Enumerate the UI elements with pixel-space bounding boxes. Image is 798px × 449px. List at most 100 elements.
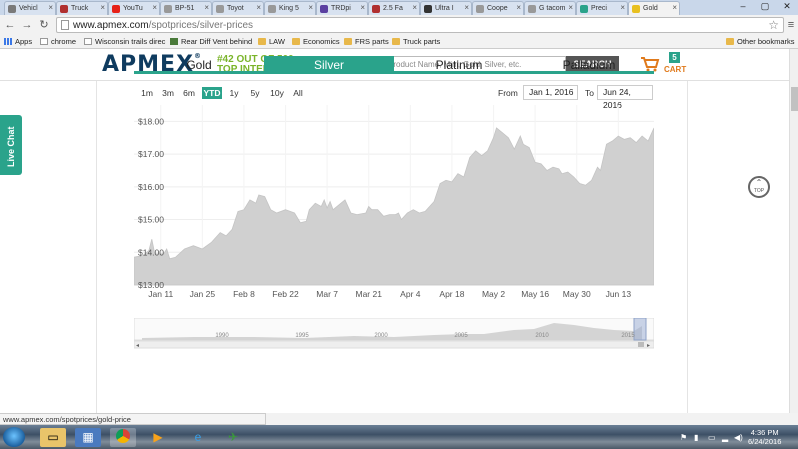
navigator-scroll-left-icon[interactable]: ◂ (136, 343, 139, 349)
chrome-icon[interactable] (110, 428, 136, 447)
tab-label: Toyot (227, 5, 244, 12)
browser-tab[interactable]: BP-51 × (160, 1, 212, 15)
tray-flag-icon[interactable]: ⚑ (680, 433, 687, 442)
browser-tab[interactable]: Vehicl × (4, 1, 56, 15)
range-1m-button[interactable]: 1m (139, 87, 155, 99)
range-6m-button[interactable]: 6m (181, 87, 197, 99)
cart-count-badge[interactable]: 5 (669, 52, 680, 63)
to-date-input[interactable]: Jun 24, 2016 (597, 85, 653, 110)
tab-close-icon[interactable]: × (152, 3, 157, 12)
folder-icon (258, 38, 266, 45)
tray-network-icon[interactable]: ▮ (694, 433, 698, 442)
tab-gold[interactable]: Gold (134, 56, 264, 74)
tab-platinum[interactable]: Platinum (394, 56, 524, 74)
back-arrow-icon[interactable]: ← (3, 18, 17, 32)
internet-explorer-icon[interactable]: e (185, 428, 211, 447)
navigator-year-label: 2010 (535, 333, 549, 339)
start-button[interactable] (3, 427, 25, 447)
tray-volume-icon[interactable]: ◀) (734, 433, 743, 442)
tab-close-icon[interactable]: × (360, 3, 365, 12)
browser-tab[interactable]: King 5 × (264, 1, 316, 15)
navigator-selection[interactable] (633, 318, 647, 341)
media-player-icon[interactable]: ▶ (145, 428, 171, 447)
navigator-year-label: 1990 (215, 333, 229, 339)
browser-tab[interactable]: Gold × (628, 1, 680, 15)
tab-close-icon[interactable]: × (516, 3, 521, 12)
price-area-series[interactable] (134, 127, 654, 286)
bookmark-wisconsin-trails[interactable]: Wisconsin trails direc (84, 37, 165, 46)
other-bookmarks[interactable]: Other bookmarks (726, 37, 795, 46)
browser-tab[interactable]: Truck × (56, 1, 108, 15)
back-to-top-button[interactable]: ⌃ TOP (748, 176, 770, 198)
browser-tab[interactable]: Toyot × (212, 1, 264, 15)
tab-label: Vehicl (19, 5, 38, 12)
navigator-scrollbar-thumb[interactable] (638, 342, 644, 347)
navigator-scrollbar[interactable] (134, 340, 654, 349)
close-window-button[interactable]: ✕ (776, 0, 798, 12)
y-tick-label: $18.00 (138, 116, 164, 126)
bookmark-apps[interactable]: Apps (4, 37, 32, 46)
file-explorer-icon[interactable]: ▭ (40, 428, 66, 447)
range-5y-button[interactable]: 5y (247, 87, 263, 99)
minimize-button[interactable]: – (732, 0, 754, 12)
browser-tab[interactable]: YouTu × (108, 1, 160, 15)
tab-silver[interactable]: Silver (264, 56, 394, 74)
tab-close-icon[interactable]: × (412, 3, 417, 12)
taskbar-app-icon-2[interactable]: ✈ (220, 428, 246, 447)
tab-close-icon[interactable]: × (568, 3, 573, 12)
tab-close-icon[interactable]: × (464, 3, 469, 12)
forward-arrow-icon[interactable]: → (20, 18, 34, 32)
x-tick-label: Apr 4 (400, 289, 421, 299)
tab-close-icon[interactable]: × (308, 3, 313, 12)
address-bar[interactable]: www.apmex.com/spotprices/silver-prices ☆ (56, 17, 784, 33)
navigator-year-label: 2005 (454, 333, 468, 339)
x-tick-label: Feb 8 (233, 289, 255, 299)
bookmark-folder-economics[interactable]: Economics (292, 37, 340, 46)
tab-close-icon[interactable]: × (204, 3, 209, 12)
maximize-button[interactable]: ▢ (754, 0, 776, 12)
page-info-icon[interactable] (61, 20, 69, 30)
browser-tab[interactable]: Ultra I × (420, 1, 472, 15)
browser-tab[interactable]: Coope × (472, 1, 524, 15)
browser-tab[interactable]: G tacom × (524, 1, 576, 15)
tab-favicon-icon (320, 5, 328, 13)
reload-icon[interactable]: ↻ (37, 18, 51, 32)
bookmark-rear-diff-vent[interactable]: Rear Diff Vent behind (170, 37, 252, 46)
tab-close-icon[interactable]: × (620, 3, 625, 12)
chevron-up-icon: ⌃ (755, 178, 763, 187)
scrollbar-thumb[interactable] (791, 87, 798, 111)
page-scrollbar[interactable] (789, 49, 798, 413)
range-ytd-button[interactable]: YTD (202, 87, 222, 99)
range-all-button[interactable]: All (290, 87, 306, 99)
menu-icon[interactable]: ≡ (785, 18, 797, 32)
tab-close-icon[interactable]: × (48, 3, 53, 12)
from-date-input[interactable]: Jan 1, 2016 (523, 85, 578, 100)
tray-monitor-icon[interactable]: ▭ (708, 433, 716, 442)
navigator-scroll-right-icon[interactable]: ▸ (647, 343, 650, 349)
tab-close-icon[interactable]: × (256, 3, 261, 12)
range-navigator[interactable]: 1990 1995 2000 2005 2010 2015 ◂ ▸ (134, 318, 654, 350)
bookmark-label: Wisconsin trails direc (95, 37, 166, 46)
tab-close-icon[interactable]: × (672, 3, 677, 12)
browser-tab[interactable]: Preci × (576, 1, 628, 15)
bookmark-folder-truck-parts[interactable]: Truck parts (392, 37, 440, 46)
tab-favicon-icon (424, 5, 432, 13)
browser-tab[interactable]: 2.5 Fa × (368, 1, 420, 15)
taskbar-app-icon[interactable]: ▦ (75, 428, 101, 447)
bookmark-chrome[interactable]: chrome (40, 37, 76, 46)
tab-close-icon[interactable]: × (100, 3, 105, 12)
range-10y-button[interactable]: 10y (268, 87, 286, 99)
tab-favicon-icon (8, 5, 16, 13)
range-3m-button[interactable]: 3m (160, 87, 176, 99)
cart-label[interactable]: CART (664, 65, 686, 74)
bookmark-folder-law[interactable]: LAW (258, 37, 285, 46)
live-chat-button[interactable]: Live Chat (0, 115, 22, 175)
browser-tab[interactable]: TRDpi × (316, 1, 368, 15)
bookmark-folder-frs-parts[interactable]: FRS parts (344, 37, 389, 46)
range-1y-button[interactable]: 1y (226, 87, 242, 99)
bookmark-star-icon[interactable]: ☆ (768, 18, 779, 32)
system-clock[interactable]: 4:36 PM 6/24/2016 (748, 428, 781, 446)
tab-palladium[interactable]: Palladium (524, 56, 654, 74)
tray-signal-icon[interactable]: ▂ (722, 433, 728, 442)
silver-price-chart[interactable]: $18.00$17.00$16.00$15.00$14.00$13.00 Jan… (134, 105, 654, 305)
